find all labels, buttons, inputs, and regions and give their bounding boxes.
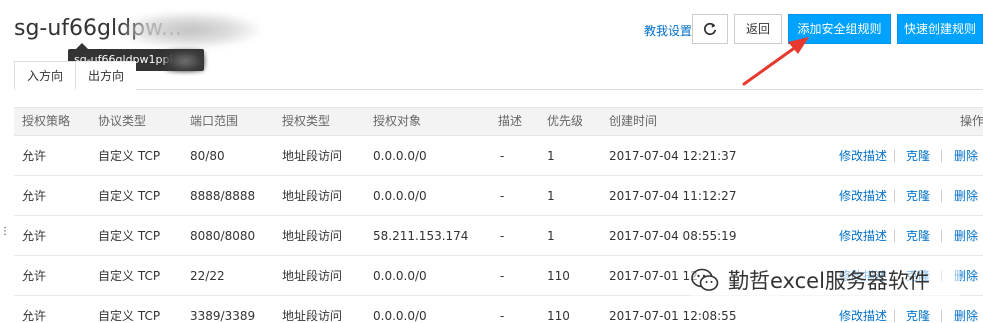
- cell-target: 0.0.0.0/0: [373, 269, 427, 283]
- cell-policy: 允许: [22, 149, 47, 163]
- cell-policy: 允许: [22, 309, 47, 323]
- cell-priority: 1: [547, 189, 555, 203]
- action-separator: [941, 310, 942, 322]
- table-row: 允许 自定义 TCP 8888/8888 地址段访问 0.0.0.0/0 - 1 2017-0…: [14, 176, 983, 216]
- edit-desc-link[interactable]: 修改描述: [839, 176, 887, 216]
- delete-link[interactable]: 删除: [954, 136, 978, 176]
- cell-priority: 1: [547, 149, 555, 163]
- action-separator: [941, 150, 942, 162]
- action-separator: [894, 150, 895, 162]
- cell-priority: 110: [547, 309, 570, 323]
- table-header: 授权策略 协议类型 端口范围 授权类型 授权对象 描述 优先级 创建时间 操作: [14, 107, 983, 136]
- cell-auth-type: 地址段访问: [282, 229, 343, 243]
- cell-auth-type: 地址段访问: [282, 269, 343, 283]
- cell-port: 3389/3389: [190, 309, 256, 323]
- edit-desc-link[interactable]: 修改描述: [839, 216, 887, 256]
- cell-priority: 110: [547, 269, 570, 283]
- clone-link[interactable]: 克隆: [906, 296, 930, 323]
- col-policy: 授权策略: [22, 114, 71, 128]
- edit-desc-link[interactable]: 修改描述: [839, 296, 887, 323]
- cell-desc: -: [500, 229, 505, 243]
- cell-auth-type: 地址段访问: [282, 189, 343, 203]
- cell-created: 2017-07-04 11:12:27: [609, 189, 737, 203]
- page-edge-marker: ⋮: [0, 226, 10, 237]
- cell-protocol: 自定义 TCP: [98, 149, 161, 163]
- action-separator: [941, 230, 942, 242]
- clone-link[interactable]: 克隆: [906, 136, 930, 176]
- col-desc: 描述: [498, 114, 523, 128]
- cell-protocol: 自定义 TCP: [98, 229, 161, 243]
- cell-priority: 1: [547, 229, 555, 243]
- col-priority: 优先级: [547, 114, 584, 128]
- refresh-button[interactable]: [692, 14, 728, 44]
- col-port: 端口范围: [190, 114, 239, 128]
- col-created: 创建时间: [609, 114, 658, 128]
- delete-link[interactable]: 删除: [954, 216, 978, 256]
- back-button[interactable]: 返回: [734, 14, 782, 44]
- cell-desc: -: [500, 149, 505, 163]
- watermark-text: 勤哲excel服务器软件: [728, 269, 930, 293]
- col-target: 授权对象: [373, 114, 422, 128]
- cell-target: 0.0.0.0/0: [373, 149, 427, 163]
- cell-target: 0.0.0.0/0: [373, 189, 427, 203]
- cell-protocol: 自定义 TCP: [98, 309, 161, 323]
- cell-port: 8888/8888: [190, 189, 256, 203]
- delete-link[interactable]: 删除: [954, 176, 978, 216]
- cell-created: 2017-07-04 12:21:37: [609, 149, 737, 163]
- cell-created: 2017-07-01 12:08:55: [609, 309, 737, 323]
- action-separator: [894, 310, 895, 322]
- cell-protocol: 自定义 TCP: [98, 189, 161, 203]
- quick-create-rule-button[interactable]: 快速创建规则: [897, 14, 983, 44]
- blur-mask: [120, 12, 260, 48]
- teach-setup-link[interactable]: 教我设置: [644, 22, 692, 39]
- table-row: 允许 自定义 TCP 3389/3389 地址段访问 0.0.0.0/0 - 110 2017…: [14, 296, 983, 323]
- refresh-icon: [703, 22, 717, 36]
- wechat-icon: [691, 268, 719, 291]
- cell-policy: 允许: [22, 229, 47, 243]
- cell-target: 0.0.0.0/0: [373, 309, 427, 323]
- cell-auth-type: 地址段访问: [282, 309, 343, 323]
- cell-port: 80/80: [190, 149, 225, 163]
- cell-protocol: 自定义 TCP: [98, 269, 161, 283]
- cell-policy: 允许: [22, 189, 47, 203]
- cell-port: 22/22: [190, 269, 225, 283]
- cell-created: 2017-07-04 08:55:19: [609, 229, 737, 243]
- action-separator: [941, 190, 942, 202]
- tab-inbound[interactable]: 入方向: [14, 61, 76, 90]
- col-protocol: 协议类型: [98, 114, 147, 128]
- col-auth-type: 授权类型: [282, 114, 331, 128]
- add-security-rule-button[interactable]: 添加安全组规则: [788, 14, 891, 44]
- action-separator: [894, 230, 895, 242]
- cell-policy: 允许: [22, 269, 47, 283]
- cell-port: 8080/8080: [190, 229, 256, 243]
- action-separator: [894, 190, 895, 202]
- clone-link[interactable]: 克隆: [906, 216, 930, 256]
- cell-desc: -: [500, 189, 505, 203]
- delete-link[interactable]: 删除: [954, 296, 978, 323]
- clone-link[interactable]: 克隆: [906, 176, 930, 216]
- watermark: 勤哲excel服务器软件: [690, 262, 930, 298]
- col-actions: 操作: [960, 114, 983, 128]
- tab-divider: [14, 89, 983, 90]
- cell-desc: -: [500, 309, 505, 323]
- edit-desc-link[interactable]: 修改描述: [839, 136, 887, 176]
- cell-desc: -: [500, 269, 505, 283]
- tab-outbound[interactable]: 出方向: [76, 61, 136, 90]
- table-row: 允许 自定义 TCP 80/80 地址段访问 0.0.0.0/0 - 1 2017-07-04…: [14, 136, 983, 176]
- cell-target: 58.211.153.174: [373, 229, 469, 243]
- cell-created: 2017-07-01 12: [609, 269, 698, 283]
- table-row: 允许 自定义 TCP 8080/8080 地址段访问 58.211.153.174 - 1 2…: [14, 216, 983, 256]
- cell-auth-type: 地址段访问: [282, 149, 343, 163]
- tooltip-blur-mask: [165, 50, 205, 72]
